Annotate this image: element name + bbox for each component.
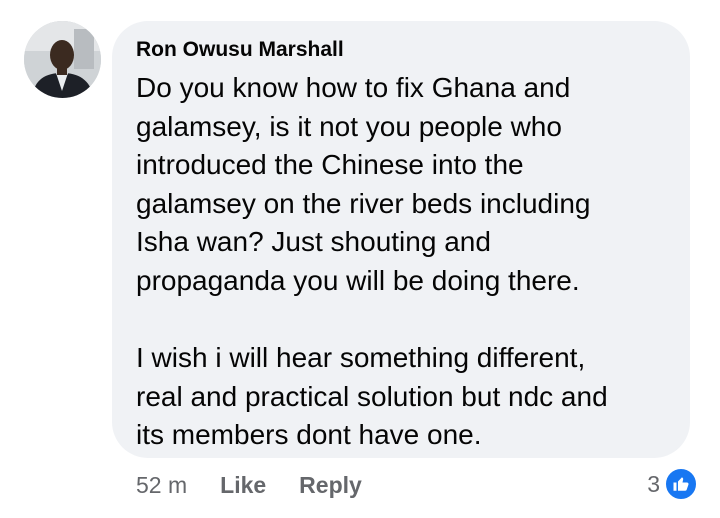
reactions-summary[interactable]: 3 bbox=[647, 467, 698, 501]
reply-button[interactable]: Reply bbox=[299, 472, 362, 499]
avatar-photo bbox=[24, 21, 101, 98]
comment-paragraph: I wish i will hear something different, … bbox=[136, 342, 608, 451]
comment-author[interactable]: Ron Owusu Marshall bbox=[136, 37, 668, 63]
comment-container: Ron Owusu Marshall Do you know how to fi… bbox=[0, 0, 720, 518]
reaction-count: 3 bbox=[647, 470, 660, 497]
avatar[interactable] bbox=[24, 21, 101, 98]
comment-actions: 52 m Like Reply bbox=[136, 470, 395, 500]
like-button[interactable]: Like bbox=[220, 472, 266, 499]
comment-bubble: Ron Owusu Marshall Do you know how to fi… bbox=[112, 21, 690, 458]
comment-timestamp[interactable]: 52 m bbox=[136, 472, 187, 499]
comment-paragraph: Do you know how to fix Ghana and galamse… bbox=[136, 72, 591, 296]
thumbs-up-icon bbox=[664, 467, 698, 501]
